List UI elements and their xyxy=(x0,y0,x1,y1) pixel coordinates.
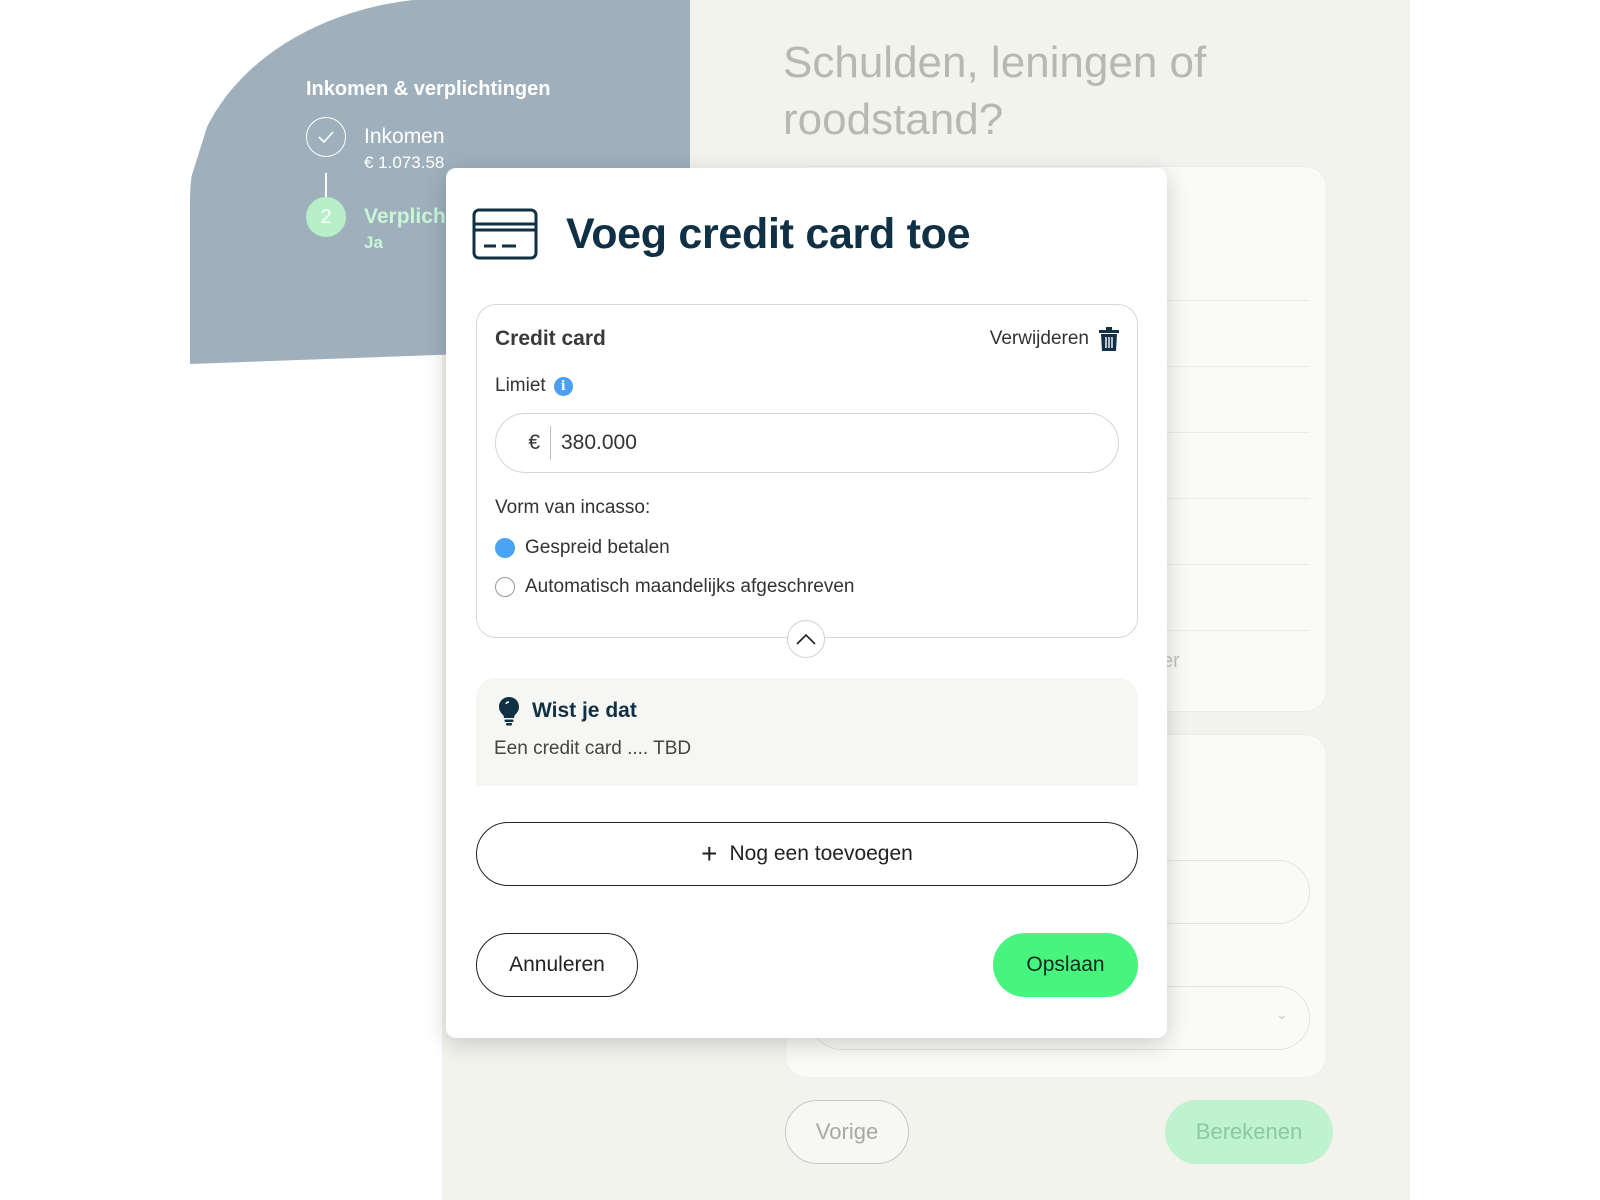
option-gespreid-betalen[interactable]: Gespreid betalen xyxy=(495,537,670,559)
trash-icon xyxy=(1099,327,1119,351)
step-label: Verplich xyxy=(364,205,446,228)
background-divider xyxy=(1160,432,1310,433)
credit-card-title: Credit card xyxy=(495,327,606,350)
tip-header: Wist je dat xyxy=(498,696,637,726)
modal-header: Voeg credit card toe xyxy=(472,208,971,260)
limit-field: € xyxy=(495,413,1119,473)
credit-card-form: Credit card Verwijderen Limiet i € 380.0… xyxy=(476,304,1138,658)
background-divider xyxy=(1160,300,1310,301)
chevron-up-icon xyxy=(796,633,816,645)
sidebar-title: Inkomen & verplichtingen xyxy=(306,78,551,100)
lightbulb-icon xyxy=(499,697,519,726)
option-label: Gespreid betalen xyxy=(525,537,670,558)
page-title: Schulden, leningen of roodstand? xyxy=(783,38,1207,144)
option-automatisch-afgeschreven[interactable]: Automatisch maandelijks afgeschreven xyxy=(495,576,855,598)
currency-symbol: € xyxy=(528,431,540,454)
step-number: 2 xyxy=(306,197,346,237)
plus-icon: + xyxy=(701,838,718,869)
step-connector xyxy=(325,173,327,197)
add-another-label: Nog een toevoegen xyxy=(729,842,913,865)
add-another-button[interactable]: + Nog een toevoegen xyxy=(476,822,1138,886)
option-label: Automatisch maandelijks afgeschreven xyxy=(525,576,855,597)
step-label: Inkomen xyxy=(364,125,445,148)
calculate-button[interactable]: Berekenen xyxy=(1165,1100,1333,1164)
tip-box: Wist je dat Een credit card .... TBD xyxy=(476,678,1138,786)
chevron-down-icon: ⌄ xyxy=(1276,1006,1288,1022)
tip-title: Wist je dat xyxy=(532,699,637,722)
incasso-label: Vorm van incasso: xyxy=(495,497,651,518)
background-divider xyxy=(1160,498,1310,499)
radio-unchecked[interactable] xyxy=(495,577,515,597)
step-inkomen[interactable]: Inkomen € 1.073.58 xyxy=(306,117,606,173)
cancel-button[interactable]: Annuleren xyxy=(476,933,638,997)
modal-title: Voeg credit card toe xyxy=(566,209,971,258)
radio-checked[interactable] xyxy=(495,538,515,558)
info-icon[interactable]: i xyxy=(553,376,573,396)
background-divider xyxy=(1160,564,1310,565)
remove-button[interactable]: Verwijderen xyxy=(990,327,1119,351)
limit-label-row: Limiet i xyxy=(495,375,573,397)
previous-button[interactable]: Vorige xyxy=(785,1100,909,1164)
background-divider xyxy=(1160,366,1310,367)
background-divider xyxy=(1160,630,1310,631)
limit-label: Limiet xyxy=(495,375,546,396)
remove-label: Verwijderen xyxy=(989,328,1089,349)
save-button[interactable]: Opslaan xyxy=(993,933,1138,997)
credit-card-header: Credit card Verwijderen xyxy=(495,327,1119,351)
tip-text: Een credit card .... TBD xyxy=(494,738,692,759)
add-credit-card-modal: Voeg credit card toe Credit card Verwijd… xyxy=(446,168,1167,1038)
collapse-button[interactable] xyxy=(787,620,825,658)
limit-input[interactable] xyxy=(551,431,1091,455)
credit-card-icon xyxy=(472,208,538,260)
check-icon xyxy=(306,117,346,157)
step-sub: € 1.073.58 xyxy=(364,153,445,172)
